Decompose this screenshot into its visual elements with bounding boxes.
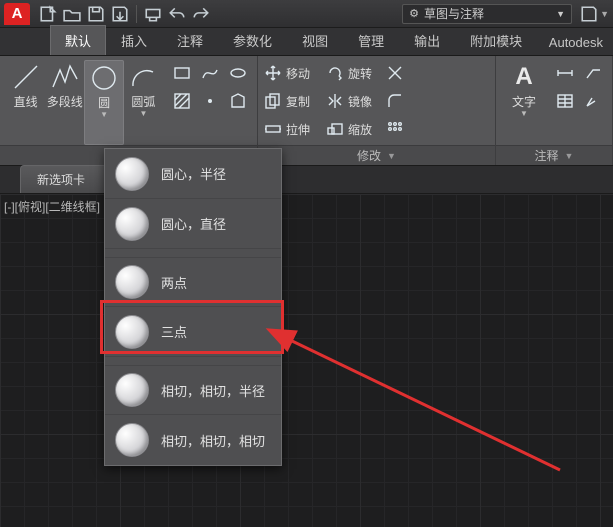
- redo-icon[interactable]: [192, 5, 210, 23]
- line-label: 直线: [14, 96, 38, 109]
- polyline-label: 多段线: [47, 96, 83, 109]
- circle-label: 圆: [98, 97, 110, 110]
- circle-icon: [115, 373, 149, 407]
- qat-more-icon[interactable]: ▼: [600, 9, 609, 19]
- move-label: 移动: [286, 65, 310, 82]
- circle-icon: [115, 157, 149, 191]
- mleader-icon[interactable]: [580, 88, 606, 114]
- circle-flyout-menu: 圆心，半径 圆心，直径 两点 三点 相切，相切，半径 相切，相切，相切: [104, 148, 282, 466]
- rectangle-icon[interactable]: [169, 60, 195, 86]
- scale-label: 缩放: [348, 121, 372, 138]
- drawing-canvas[interactable]: [-][俯视][二维线框]: [0, 194, 613, 527]
- chevron-down-icon: ▼: [520, 109, 528, 118]
- chevron-down-icon: ▼: [556, 9, 565, 19]
- circle-ttr[interactable]: 相切，相切，半径: [105, 365, 281, 415]
- panel-annotate-title[interactable]: 注释▼: [496, 145, 612, 165]
- menu-item-label: 相切，相切，相切: [161, 431, 265, 450]
- new-icon[interactable]: [39, 5, 57, 23]
- tab-addin[interactable]: 附加模块: [455, 25, 537, 55]
- rotate-label: 旋转: [348, 65, 372, 82]
- dim-linear-icon[interactable]: [552, 60, 578, 86]
- menu-item-label: 相切，相切，半径: [161, 381, 265, 400]
- qat-save2-icon[interactable]: [580, 5, 598, 23]
- ellipse-icon[interactable]: [225, 60, 251, 86]
- brand-label: Autodesk: [539, 30, 613, 55]
- move-icon[interactable]: [264, 64, 282, 82]
- circle-icon: [115, 207, 149, 241]
- polyline-button[interactable]: 多段线: [45, 60, 84, 145]
- rotate-icon[interactable]: [326, 64, 344, 82]
- stretch-icon[interactable]: [264, 120, 282, 138]
- circle-2points[interactable]: 两点: [105, 257, 281, 307]
- tab-manage[interactable]: 管理: [343, 25, 399, 55]
- tab-annotate[interactable]: 注释: [162, 25, 218, 55]
- point-icon[interactable]: [197, 88, 223, 114]
- fillet-icon[interactable]: [386, 92, 404, 110]
- panel-annotate: A 文字 ▼ 注释▼: [496, 56, 613, 165]
- chevron-down-icon: ▼: [100, 110, 108, 119]
- gear-icon: ⚙: [409, 7, 419, 20]
- ribbon-tabstrip: 默认 插入 注释 参数化 视图 管理 输出 附加模块 Autodesk: [0, 28, 613, 56]
- spline-icon[interactable]: [197, 60, 223, 86]
- menu-item-label: 圆心，直径: [161, 214, 226, 233]
- circle-ttt[interactable]: 相切，相切，相切: [105, 415, 281, 465]
- circle-icon: [115, 315, 149, 349]
- copy-icon[interactable]: [264, 92, 282, 110]
- arc-label: 圆弧: [131, 96, 155, 109]
- tab-parametric[interactable]: 参数化: [218, 25, 287, 55]
- workspace-combo[interactable]: ⚙ 草图与注释 ▼: [402, 4, 572, 24]
- tab-view[interactable]: 视图: [287, 25, 343, 55]
- workspace-label: 草图与注释: [424, 5, 484, 22]
- trim-icon[interactable]: [386, 64, 404, 82]
- document-tab-label: 新选项卡: [37, 173, 85, 187]
- circle-button[interactable]: 圆 ▼: [84, 60, 123, 145]
- mirror-label: 镜像: [348, 93, 372, 110]
- mirror-icon[interactable]: [326, 92, 344, 110]
- circle-3points[interactable]: 三点: [105, 307, 281, 357]
- app-menu-button[interactable]: A: [4, 3, 30, 25]
- arc-button[interactable]: 圆弧 ▼: [124, 60, 163, 145]
- text-label: 文字: [512, 96, 536, 109]
- panel-modify: 移动 旋转 复制 镜像 拉伸 缩放 修改▼: [258, 56, 496, 165]
- menu-item-label: 两点: [161, 273, 187, 292]
- ribbon: 直线 多段线 圆 ▼ 圆弧 ▼: [0, 56, 613, 166]
- region-icon[interactable]: [225, 88, 251, 114]
- table-icon[interactable]: [552, 88, 578, 114]
- document-tabstrip: 新选项卡 ✕ ＋: [0, 166, 613, 194]
- open-icon[interactable]: [63, 5, 81, 23]
- leader-icon[interactable]: [580, 60, 606, 86]
- menu-item-label: 三点: [161, 322, 187, 341]
- tab-default[interactable]: 默认: [50, 25, 106, 55]
- circle-icon: [115, 265, 149, 299]
- scale-icon[interactable]: [326, 120, 344, 138]
- panel-modify-title[interactable]: 修改▼: [258, 145, 495, 165]
- circle-center-radius[interactable]: 圆心，半径: [105, 149, 281, 199]
- menu-item-label: 圆心，半径: [161, 164, 226, 183]
- plot-icon[interactable]: [144, 5, 162, 23]
- quick-access-toolbar: A ⚙ 草图与注释 ▼ ▼: [0, 0, 613, 28]
- hatch-icon[interactable]: [169, 88, 195, 114]
- saveas-icon[interactable]: [111, 5, 129, 23]
- text-button[interactable]: A 文字 ▼: [502, 60, 546, 145]
- circle-center-diameter[interactable]: 圆心，直径: [105, 199, 281, 249]
- stretch-label: 拉伸: [286, 121, 310, 138]
- tab-output[interactable]: 输出: [399, 25, 455, 55]
- save-icon[interactable]: [87, 5, 105, 23]
- line-button[interactable]: 直线: [6, 60, 45, 145]
- copy-label: 复制: [286, 93, 310, 110]
- array-icon[interactable]: [386, 120, 404, 138]
- draw-small-grid: [169, 60, 251, 145]
- undo-icon[interactable]: [168, 5, 186, 23]
- chevron-down-icon: ▼: [139, 109, 147, 118]
- viewport-state-label[interactable]: [-][俯视][二维线框]: [4, 198, 100, 215]
- circle-icon: [115, 423, 149, 457]
- tab-insert[interactable]: 插入: [106, 25, 162, 55]
